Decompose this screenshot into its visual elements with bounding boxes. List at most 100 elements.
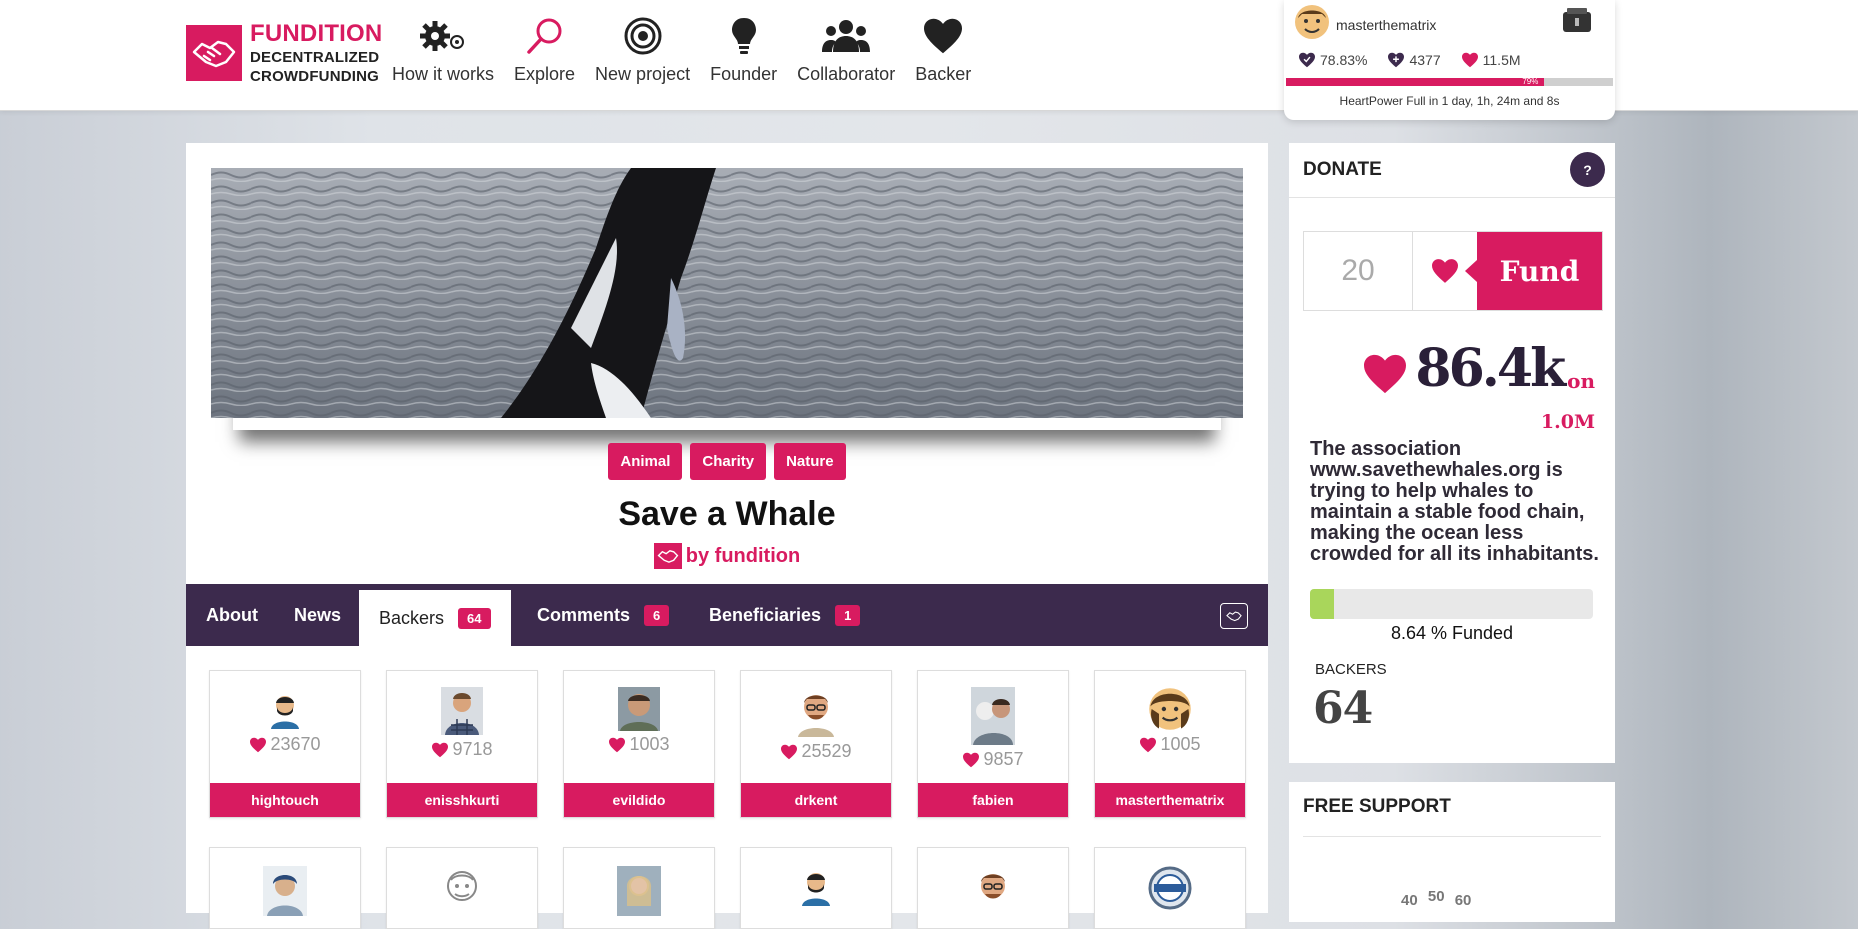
nav-new-project[interactable]: New project <box>595 14 690 85</box>
user-avatar[interactable] <box>1294 4 1330 45</box>
backer-heartpower: 9718 <box>387 739 537 760</box>
heart-outline-icon <box>1299 52 1315 68</box>
avatar <box>1095 687 1245 731</box>
help-button[interactable]: ? <box>1570 152 1605 187</box>
heart-icon <box>609 737 626 752</box>
donation-amount-input[interactable] <box>1304 232 1413 310</box>
tab-label: Beneficiaries <box>709 604 822 625</box>
backer-heartpower: 1003 <box>564 734 714 755</box>
heartpower-bar: 79% <box>1286 78 1613 86</box>
fund-button[interactable]: Fund <box>1465 232 1602 310</box>
heartpower-note: HeartPower Full in 1 day, 1h, 24m and 8s <box>1339 94 1560 108</box>
funded-percent-label: 8.64 % Funded <box>1390 623 1514 643</box>
heart-icon <box>781 744 798 759</box>
logo-title: FUNDITION <box>250 20 383 47</box>
nav-explore[interactable]: Explore <box>514 14 575 85</box>
nav-founder[interactable]: Founder <box>710 14 777 85</box>
fundition-avatar-icon <box>653 543 682 569</box>
backers-count: 64 <box>1313 683 1373 734</box>
stat-value: 4377 <box>1409 52 1441 68</box>
nav-label: Collaborator <box>797 64 896 84</box>
funding-progress-bar <box>1310 589 1593 619</box>
backer-card[interactable] <box>209 847 361 929</box>
backer-name[interactable]: enisshkurti <box>387 783 537 817</box>
project-tags: Animal Charity Nature <box>186 443 1268 480</box>
nav-label: Founder <box>710 64 778 84</box>
backer-card[interactable] <box>740 847 892 929</box>
handshake-logo-icon <box>186 25 242 81</box>
backer-card[interactable] <box>563 847 715 929</box>
reputation-stat: 4377 <box>1387 52 1441 68</box>
tab-news[interactable]: News <box>294 584 341 646</box>
gauge-tick: 50 <box>1427 888 1445 905</box>
tab-label: Comments <box>537 604 631 625</box>
heart-icon <box>432 742 449 757</box>
heartpower-bar-fill: 79% <box>1286 77 1545 86</box>
backer-card[interactable] <box>1094 847 1246 929</box>
divider <box>1289 197 1615 198</box>
whale-image <box>211 168 1243 418</box>
backer-card[interactable] <box>917 847 1069 929</box>
tab-comments[interactable]: Comments 6 <box>537 584 670 646</box>
wallet-icon[interactable] <box>1561 6 1593 39</box>
tag-charity[interactable]: Charity <box>690 443 767 480</box>
author-name[interactable]: by fundition <box>686 545 800 568</box>
project-description: The association www.savethewhales.org is… <box>1310 438 1599 565</box>
backer-card[interactable]: 1005 masterthematrix <box>1094 670 1246 818</box>
tab-beneficiaries[interactable]: Beneficiaries 1 <box>709 584 861 646</box>
avatar <box>918 687 1068 745</box>
stat-value: 78.83% <box>1320 52 1368 68</box>
backer-name[interactable]: fabien <box>918 783 1068 817</box>
heart-icon <box>1364 354 1407 394</box>
gears-icon <box>392 14 494 58</box>
backer-name[interactable]: drkent <box>741 783 891 817</box>
heart-icon <box>1140 737 1157 752</box>
nav-how-it-works[interactable]: How it works <box>392 14 494 85</box>
heartpower-stat: 11.5M <box>1461 52 1521 68</box>
handshake-icon[interactable] <box>1220 603 1248 629</box>
backer-name[interactable]: evildido <box>564 783 714 817</box>
nav-label: Backer <box>915 64 972 84</box>
tab-about[interactable]: About <box>206 584 258 646</box>
tab-label: News <box>294 604 342 625</box>
backer-card[interactable]: 23670 hightouch <box>209 670 361 818</box>
fund-form: Fund <box>1303 231 1603 311</box>
project-author[interactable]: by fundition <box>186 543 1268 569</box>
backer-name[interactable]: masterthematrix <box>1095 783 1245 817</box>
avatar <box>1095 866 1245 910</box>
project-title: Save a Whale <box>618 495 836 533</box>
search-icon <box>514 14 575 58</box>
main-nav: How it works Explore New project Founder… <box>392 14 991 85</box>
heart-outline-icon <box>1388 52 1405 68</box>
free-support-panel: FREE SUPPORT 40 50 60 <box>1289 782 1615 922</box>
backer-card[interactable]: 1003 evildido <box>563 670 715 818</box>
free-support-heading: FREE SUPPORT <box>1303 796 1451 817</box>
backer-card[interactable] <box>386 847 538 929</box>
tab-count-badge: 6 <box>644 604 670 626</box>
backer-card[interactable]: 9857 fabien <box>917 670 1069 818</box>
stat-value: 11.5M <box>1482 52 1521 68</box>
heartpower-percent: 79% <box>1522 77 1539 86</box>
tag-animal[interactable]: Animal <box>608 443 683 480</box>
backers-label: BACKERS <box>1315 661 1387 678</box>
tag-nature[interactable]: Nature <box>774 443 846 480</box>
gauge-tick: 40 <box>1401 892 1418 909</box>
backer-heartpower: 23670 <box>210 734 360 755</box>
backer-card[interactable]: 9718 enisshkurti <box>386 670 538 818</box>
avatar <box>564 687 714 731</box>
project-panel: Animal Charity Nature Save a Whale by fu… <box>186 143 1268 929</box>
tab-backers[interactable]: Backers 64 <box>359 590 511 646</box>
user-name[interactable]: masterthematrix <box>1336 17 1436 33</box>
backer-name[interactable]: hightouch <box>210 783 360 817</box>
nav-backer[interactable]: Backer <box>915 14 971 85</box>
backer-heartpower: 1005 <box>1095 734 1245 755</box>
avatar <box>210 693 360 729</box>
gauge-tick: 60 <box>1454 892 1472 909</box>
fundition-logo[interactable]: FUNDITION DECENTRALIZED CROWDFUNDING <box>186 22 382 84</box>
nav-collaborator[interactable]: Collaborator <box>797 14 895 85</box>
logo-subtitle-2: CROWDFUNDING <box>250 68 380 85</box>
support-gauge[interactable]: 40 50 60 <box>1401 888 1477 909</box>
backer-card[interactable]: 25529 drkent <box>740 670 892 818</box>
avatar <box>741 687 891 737</box>
target-icon <box>595 14 690 58</box>
